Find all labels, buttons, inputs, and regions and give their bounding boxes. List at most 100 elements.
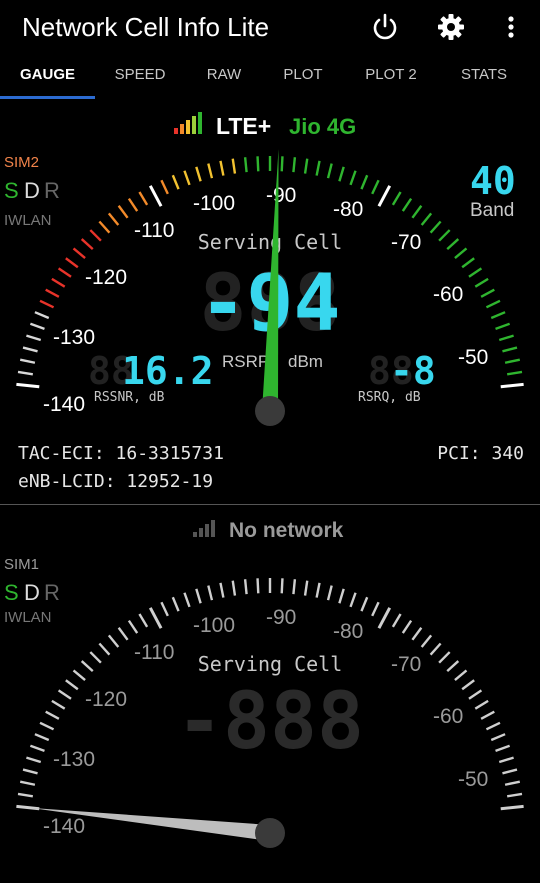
scale-label: -110 bbox=[134, 641, 174, 664]
gauge-tick bbox=[461, 679, 475, 691]
scale-label: -50 bbox=[458, 346, 488, 369]
gauge-tick bbox=[474, 699, 489, 710]
gauge-tick bbox=[107, 212, 120, 226]
gauge-tick bbox=[17, 792, 34, 798]
gauge-tick bbox=[195, 588, 202, 604]
gauge-tick bbox=[19, 358, 36, 364]
gauge-tick bbox=[292, 157, 297, 173]
rssnr-value: 16.2 bbox=[122, 349, 214, 393]
gauge-tick bbox=[243, 157, 248, 173]
gauge-tick bbox=[292, 579, 297, 595]
pci: PCI: 340 bbox=[437, 443, 524, 464]
gauge-tick bbox=[29, 322, 45, 331]
gauge-tick bbox=[98, 642, 111, 656]
sim-label: SIM2 bbox=[4, 154, 39, 171]
gauge-tick bbox=[504, 358, 521, 364]
gauge-tick bbox=[117, 205, 129, 219]
scale-label: -80 bbox=[333, 198, 363, 221]
tab-bar: GAUGE SPEED RAW PLOT PLOT 2 STATS bbox=[0, 56, 540, 100]
needle-hub bbox=[255, 396, 285, 426]
gauge-tick bbox=[454, 247, 468, 259]
scale-label: -130 bbox=[53, 748, 95, 771]
gauge-tick bbox=[26, 756, 42, 764]
gauge-tick bbox=[171, 174, 180, 190]
tab-gauge[interactable]: GAUGE bbox=[0, 56, 95, 100]
gauge-tick bbox=[446, 660, 460, 673]
tab-plot-2[interactable]: PLOT 2 bbox=[343, 56, 439, 100]
scale-label: -60 bbox=[433, 705, 463, 728]
power-icon[interactable] bbox=[368, 10, 402, 44]
gauge-tick bbox=[502, 346, 518, 353]
gauge-tick bbox=[148, 607, 163, 629]
gauge-tick bbox=[138, 191, 149, 206]
gauge-tick bbox=[506, 370, 523, 376]
tab-raw[interactable]: RAW bbox=[185, 56, 263, 100]
gauge-tick bbox=[65, 257, 79, 269]
gauge-tick bbox=[45, 288, 60, 298]
gauge-tick bbox=[468, 689, 483, 700]
network-type: LTE+ bbox=[216, 113, 271, 139]
gauge-tick bbox=[391, 191, 402, 206]
gauge-tick bbox=[107, 634, 120, 648]
sim2-panel: LTE+ Jio 4G SIM2 S D R IWLAN 40 Band -14… bbox=[0, 100, 540, 504]
band-label: Band bbox=[470, 200, 514, 221]
scale-label: -90 bbox=[266, 606, 296, 629]
lcd-background: -888 bbox=[176, 677, 364, 767]
sdr-r: R bbox=[44, 178, 60, 203]
gauge-tick bbox=[45, 710, 60, 720]
gauge-tick bbox=[315, 582, 321, 598]
gauge-tick bbox=[256, 578, 260, 594]
gauge-tick bbox=[420, 212, 433, 226]
sim2-gauge: LTE+ Jio 4G SIM2 S D R IWLAN 40 Band -14… bbox=[4, 112, 524, 492]
gauge-tick bbox=[57, 267, 72, 278]
signal-bars-icon bbox=[193, 520, 215, 537]
gauge-tick bbox=[474, 277, 489, 288]
gauge-tick bbox=[207, 163, 214, 179]
tab-plot[interactable]: PLOT bbox=[263, 56, 343, 100]
gauge-tick bbox=[51, 699, 66, 710]
gauge-tick bbox=[207, 585, 214, 601]
gauge-tick bbox=[231, 158, 237, 174]
gauge-tick bbox=[468, 267, 483, 278]
rsrq-value: -8 bbox=[390, 349, 436, 393]
sim-label: SIM1 bbox=[4, 556, 39, 573]
gauge-tick bbox=[485, 721, 501, 731]
scale-label: -140 bbox=[43, 393, 85, 416]
gauge-tick bbox=[461, 257, 475, 269]
gear-icon[interactable] bbox=[434, 10, 468, 44]
tab-stats[interactable]: STATS bbox=[439, 56, 529, 100]
gauge-tick bbox=[326, 163, 333, 179]
gauge-tick bbox=[498, 334, 514, 342]
more-vert-icon[interactable] bbox=[494, 10, 528, 44]
network-status: No network bbox=[229, 519, 344, 542]
tab-speed[interactable]: SPEED bbox=[95, 56, 185, 100]
gauge-tick bbox=[371, 179, 380, 195]
rsrq-label: RSRQ, dB bbox=[358, 390, 421, 405]
scale-label: -80 bbox=[333, 620, 363, 643]
gauge-tick bbox=[338, 166, 345, 182]
gauge-tick bbox=[502, 768, 518, 775]
sdr-s: S bbox=[4, 580, 19, 605]
gauge-tick bbox=[500, 804, 524, 811]
gauge-tick bbox=[19, 780, 36, 786]
scale-label: -60 bbox=[433, 283, 463, 306]
gauge-tick bbox=[26, 334, 42, 342]
gauge-tick bbox=[280, 156, 284, 172]
scale-label: -120 bbox=[85, 688, 127, 711]
gauge-tick bbox=[391, 613, 402, 628]
gauge-tick bbox=[315, 160, 321, 176]
gauge-tick bbox=[160, 179, 169, 195]
gauge-tick bbox=[89, 229, 102, 242]
gauge-tick bbox=[29, 744, 45, 753]
app-bar: Network Cell Info Lite bbox=[0, 0, 540, 52]
sim1-panel: No network SIM1 S D R IWLAN -140 -130 -1… bbox=[0, 505, 540, 883]
gauge-tick bbox=[138, 613, 149, 628]
gauge-tick bbox=[280, 578, 284, 594]
operator-name: Jio 4G bbox=[289, 114, 356, 139]
gauge-tick bbox=[231, 580, 237, 596]
gauge-tick bbox=[377, 185, 392, 207]
gauge-tick bbox=[480, 710, 495, 720]
gauge-tick bbox=[183, 170, 191, 186]
dbm-label: dBm bbox=[288, 352, 323, 371]
rsrp-label: RSRP bbox=[222, 352, 269, 371]
